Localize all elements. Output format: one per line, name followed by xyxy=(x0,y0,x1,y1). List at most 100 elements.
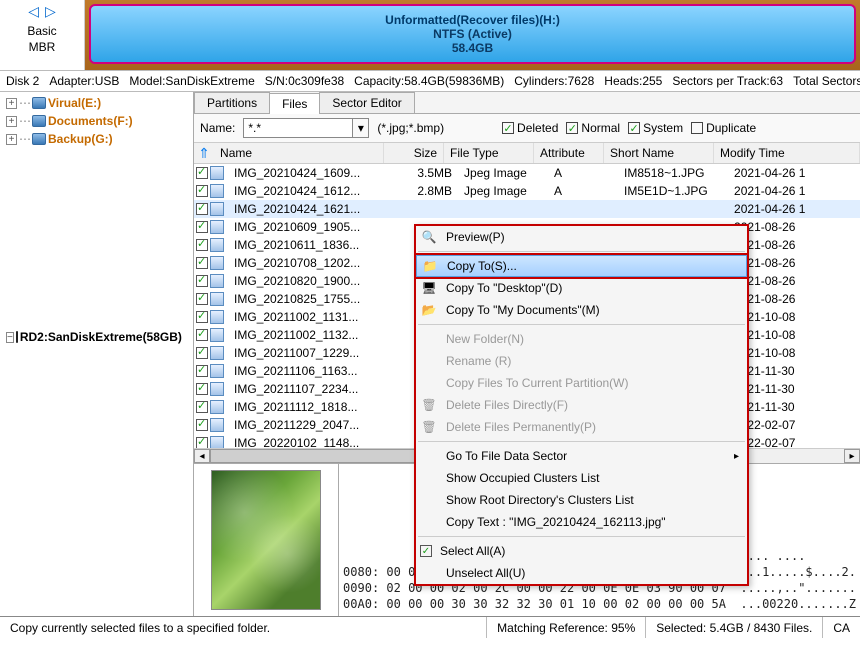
directory-tree[interactable]: +⋯ Virual(E:) +⋯ Documents(F:) +⋯ Backup… xyxy=(0,92,194,616)
partition-bar[interactable]: Unformatted(Recover files)(H:) NTFS (Act… xyxy=(89,4,856,64)
col-type[interactable]: File Type xyxy=(444,143,534,163)
ctx-copy-desktop[interactable]: 🖥Copy To "Desktop"(D) xyxy=(416,277,747,299)
checkbox-icon[interactable] xyxy=(196,185,208,197)
check-icon: ✓ xyxy=(420,545,432,557)
folder-icon: 📂 xyxy=(420,302,438,318)
tree-virual[interactable]: Virual(E:) xyxy=(48,94,101,112)
col-mod[interactable]: Modify Time xyxy=(714,143,860,163)
checkbox-icon[interactable] xyxy=(196,221,208,233)
partition-title: Unformatted(Recover files)(H:) xyxy=(385,13,560,27)
checkbox-icon[interactable] xyxy=(196,365,208,377)
checkbox-icon[interactable] xyxy=(196,257,208,269)
filter-bar: Name: ▾ (*.jpg;*.bmp) ✓Deleted ✓Normal ✓… xyxy=(194,114,860,143)
filter-system[interactable]: ✓System xyxy=(628,121,683,135)
checkbox-icon[interactable] xyxy=(196,419,208,431)
col-short[interactable]: Short Name xyxy=(604,143,714,163)
adapter-info: Disk 2 Adapter:USB Model:SanDiskExtreme … xyxy=(0,70,860,92)
ctx-occupied-clusters[interactable]: Show Occupied Clusters List xyxy=(416,467,747,489)
drive-icon xyxy=(32,133,46,145)
desktop-icon: 🖥 xyxy=(420,280,438,296)
col-name[interactable]: Name xyxy=(214,143,384,163)
filter-ext-label: (*.jpg;*.bmp) xyxy=(377,121,444,135)
disk-bar-track: Unformatted(Recover files)(H:) NTFS (Act… xyxy=(85,0,860,70)
disk-basic-label: Basic xyxy=(27,24,56,40)
ctx-goto-sector[interactable]: Go To File Data Sector▸ xyxy=(416,445,747,467)
table-row[interactable]: IMG_20210424_1609... 3.5MB Jpeg Image A … xyxy=(194,164,860,182)
file-icon xyxy=(210,328,224,342)
file-icon xyxy=(210,310,224,324)
file-icon xyxy=(210,418,224,432)
file-icon xyxy=(210,184,224,198)
tree-rd2[interactable]: RD2:SanDiskExtreme(58GB) xyxy=(20,328,182,346)
file-icon xyxy=(210,292,224,306)
ctx-unselect-all[interactable]: Unselect All(U) xyxy=(416,562,747,584)
tree-documents[interactable]: Documents(F:) xyxy=(48,112,133,130)
partition-size: 58.4GB xyxy=(452,41,493,55)
file-icon xyxy=(210,346,224,360)
nav-prev-icon[interactable]: ◁ xyxy=(28,3,39,20)
checkbox-icon[interactable] xyxy=(196,167,208,179)
disk-icon xyxy=(16,331,18,343)
table-row[interactable]: IMG_20210424_1621... 2021-04-26 1 xyxy=(194,200,860,218)
checkbox-icon[interactable] xyxy=(196,203,208,215)
status-match: Matching Reference: 95% xyxy=(487,617,646,638)
ctx-rename: Rename (R) xyxy=(416,350,747,372)
scroll-right-icon[interactable]: ▸ xyxy=(844,449,860,463)
filter-normal[interactable]: ✓Normal xyxy=(566,121,620,135)
ctx-delete-perm: 🗑Delete Files Permanently(P) xyxy=(416,416,747,438)
checkbox-icon[interactable] xyxy=(196,347,208,359)
filter-name-label: Name: xyxy=(200,121,235,135)
delete-icon: 🗑 xyxy=(420,419,438,435)
checkbox-icon[interactable] xyxy=(196,329,208,341)
preview-pane xyxy=(194,464,339,616)
file-icon xyxy=(210,202,224,216)
tabs: Partitions Files Sector Editor xyxy=(194,92,860,114)
disk-meta: ◁ ▷ Basic MBR xyxy=(0,0,85,70)
checkbox-icon[interactable] xyxy=(196,293,208,305)
checkbox-icon[interactable] xyxy=(196,239,208,251)
status-bar: Copy currently selected files to a speci… xyxy=(0,616,860,638)
filter-deleted[interactable]: ✓Deleted xyxy=(502,121,558,135)
ctx-copy-to[interactable]: 📁Copy To(S)... xyxy=(416,255,747,277)
file-icon xyxy=(210,364,224,378)
nav-next-icon[interactable]: ▷ xyxy=(45,3,56,20)
file-icon xyxy=(210,166,224,180)
status-hint: Copy currently selected files to a speci… xyxy=(0,617,487,638)
tab-sector-editor[interactable]: Sector Editor xyxy=(319,92,414,113)
checkbox-icon[interactable] xyxy=(196,401,208,413)
filter-duplicate[interactable]: Duplicate xyxy=(691,121,756,135)
ctx-delete-direct: 🗑Delete Files Directly(F) xyxy=(416,394,747,416)
file-icon xyxy=(210,238,224,252)
ctx-new-folder: New Folder(N) xyxy=(416,328,747,350)
checkbox-icon[interactable] xyxy=(196,383,208,395)
file-icon xyxy=(210,382,224,396)
drive-icon xyxy=(32,115,46,127)
expand-icon[interactable]: + xyxy=(6,98,17,109)
partition-fs: NTFS (Active) xyxy=(433,27,512,41)
delete-icon: 🗑 xyxy=(420,397,438,413)
checkbox-icon[interactable] xyxy=(196,311,208,323)
scroll-left-icon[interactable]: ◂ xyxy=(194,449,210,463)
checkbox-icon[interactable] xyxy=(196,437,208,448)
ctx-select-all[interactable]: ✓Select All(A) xyxy=(416,540,747,562)
tree-backup[interactable]: Backup(G:) xyxy=(48,130,113,148)
filter-dropdown-icon[interactable]: ▾ xyxy=(353,118,369,138)
checkbox-icon[interactable] xyxy=(196,275,208,287)
ctx-copy-text[interactable]: Copy Text : "IMG_20210424_162113.jpg" xyxy=(416,511,747,533)
col-size[interactable]: Size xyxy=(384,143,444,163)
drive-icon xyxy=(32,97,46,109)
ctx-root-clusters[interactable]: Show Root Directory's Clusters List xyxy=(416,489,747,511)
preview-thumbnail xyxy=(211,470,321,610)
up-folder-icon[interactable]: ⇑ xyxy=(194,145,214,162)
ctx-copy-docs[interactable]: 📂Copy To "My Documents"(M) xyxy=(416,299,747,321)
tab-files[interactable]: Files xyxy=(269,93,320,114)
filter-name-input[interactable] xyxy=(243,118,353,138)
grid-header: ⇑ Name Size File Type Attribute Short Na… xyxy=(194,143,860,164)
table-row[interactable]: IMG_20210424_1612... 2.8MB Jpeg Image A … xyxy=(194,182,860,200)
tab-partitions[interactable]: Partitions xyxy=(194,92,270,113)
disk-mbr-label: MBR xyxy=(27,40,56,56)
ctx-preview[interactable]: 🔍Preview(P) xyxy=(416,226,747,248)
ctx-copy-partition: Copy Files To Current Partition(W) xyxy=(416,372,747,394)
file-icon xyxy=(210,220,224,234)
col-attr[interactable]: Attribute xyxy=(534,143,604,163)
